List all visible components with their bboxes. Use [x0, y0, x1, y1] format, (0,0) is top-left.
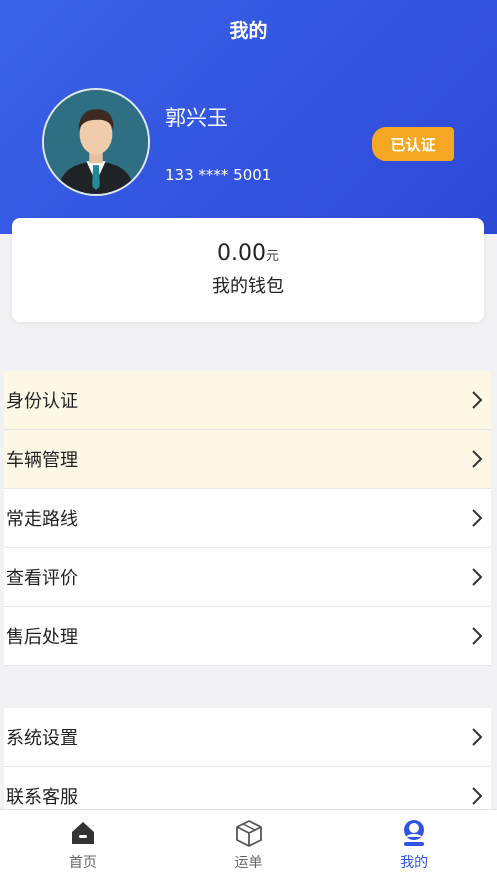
user-phone: 133 **** 5001 [165, 166, 272, 184]
page-title: 我的 [229, 20, 268, 42]
chevron-right-icon [472, 391, 483, 409]
chevron-right-icon [472, 509, 483, 527]
tab-home[interactable]: 首页 [0, 810, 166, 883]
menu-item-label: 常走路线 [6, 509, 78, 530]
tab-orders-label: 运单 [234, 855, 263, 871]
wallet-label: 我的钱包 [212, 276, 284, 297]
tab-home-label: 首页 [68, 855, 97, 871]
chevron-right-icon [472, 787, 483, 805]
menu-group-account: 身份认证 车辆管理 常走路线 查看评价 售后处理 [4, 371, 491, 666]
menu-item-label: 身份认证 [6, 391, 78, 412]
tab-mine-label: 我的 [400, 855, 429, 871]
user-name: 郭兴玉 [165, 106, 228, 130]
menu-item-view-reviews[interactable]: 查看评价 [4, 548, 491, 607]
box-icon [235, 820, 262, 847]
verified-badge: 已认证 [372, 127, 454, 161]
bottom-tab-bar: 首页 运单 我的 [0, 809, 497, 883]
chevron-right-icon [472, 450, 483, 468]
menu-item-label: 联系客服 [6, 787, 78, 808]
menu-item-label: 车辆管理 [6, 450, 78, 471]
menu-item-label: 售后处理 [6, 627, 78, 648]
menu-item-system-settings[interactable]: 系统设置 [4, 708, 491, 767]
user-icon [404, 820, 425, 846]
wallet-unit: 元 [265, 249, 279, 264]
menu-item-vehicle-management[interactable]: 车辆管理 [4, 430, 491, 489]
menu-item-identity-verification[interactable]: 身份认证 [4, 371, 491, 430]
avatar-image [44, 90, 148, 194]
tab-orders[interactable]: 运单 [166, 810, 332, 883]
home-icon [71, 822, 94, 844]
avatar[interactable] [42, 88, 150, 196]
wallet-amount-row: 0.00元 [12, 241, 484, 266]
tab-mine[interactable]: 我的 [331, 810, 497, 883]
chevron-right-icon [472, 568, 483, 586]
chevron-right-icon [472, 627, 483, 645]
wallet-card[interactable]: 0.00元 我的钱包 [12, 218, 484, 322]
wallet-amount: 0.00 [217, 241, 266, 266]
menu-item-after-sales[interactable]: 售后处理 [4, 607, 491, 666]
menu-item-frequent-routes[interactable]: 常走路线 [4, 489, 491, 548]
menu-item-label: 系统设置 [6, 728, 78, 749]
chevron-right-icon [472, 728, 483, 746]
profile-header: 我的 郭兴玉 133 **** 5001 已认证 [0, 0, 497, 234]
menu-item-label: 查看评价 [6, 568, 78, 589]
